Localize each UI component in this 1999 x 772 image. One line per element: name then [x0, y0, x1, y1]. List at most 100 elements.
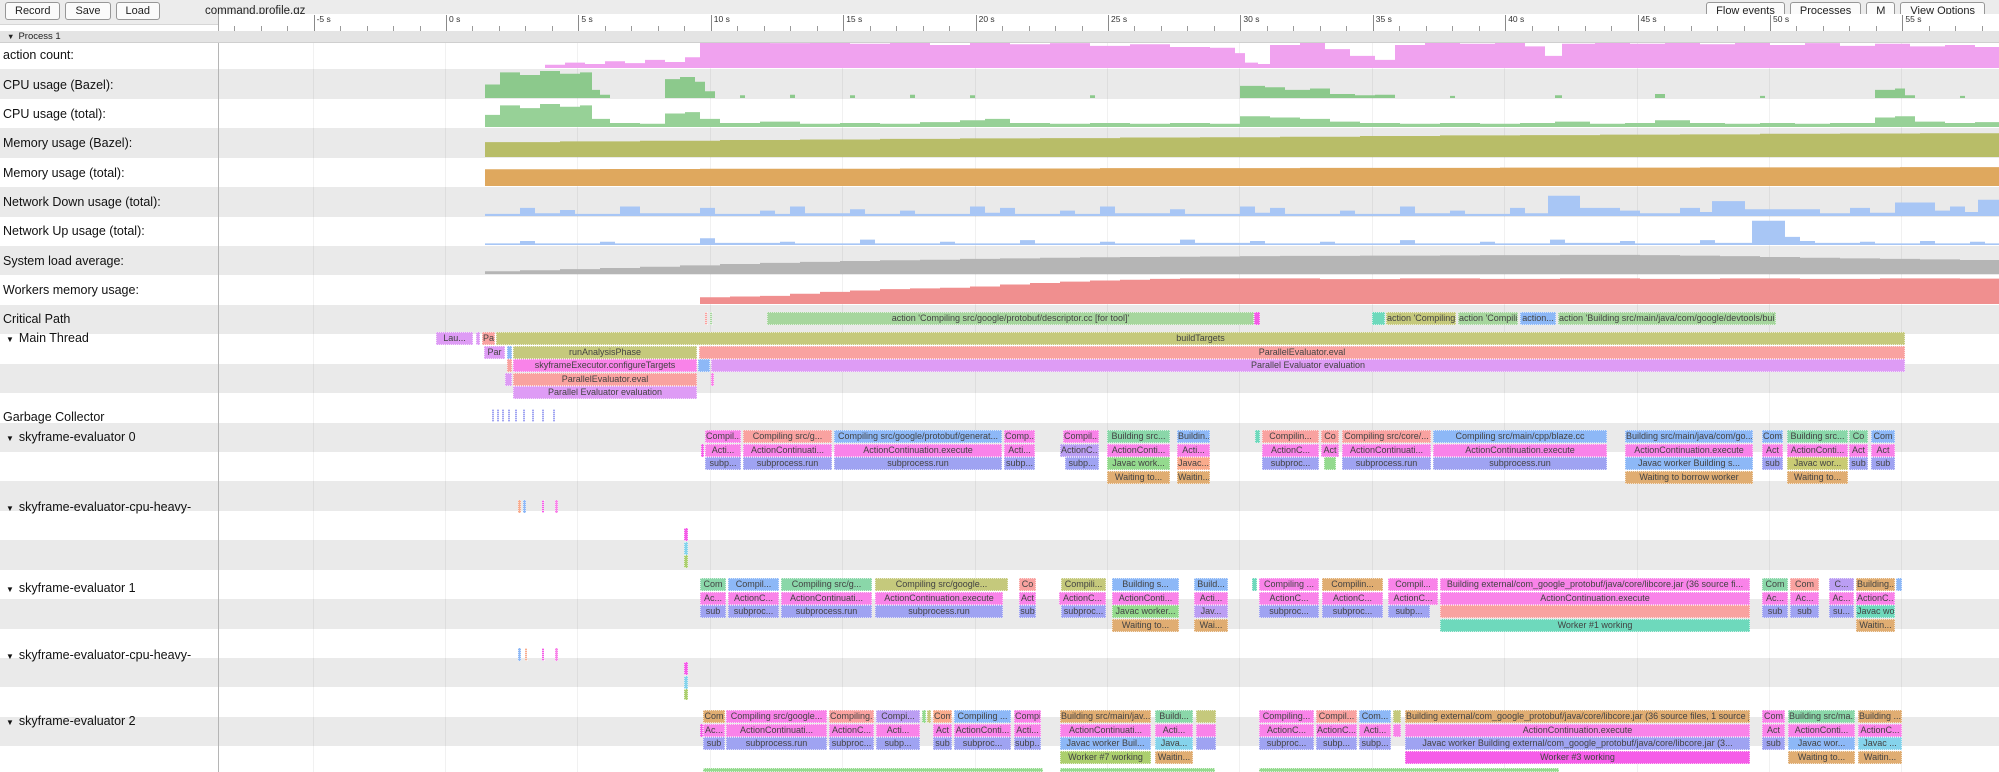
row-label-garbage-collector[interactable]: Garbage Collector: [0, 410, 219, 424]
timeline-span-evaluator2-b[interactable]: Act: [1762, 724, 1785, 737]
timeline-span-evaluator0-a[interactable]: Compiling src/main/cpp/blaze.cc: [1433, 430, 1607, 443]
timeline-span-garbage-collector[interactable]: [492, 409, 494, 422]
timeline-span-evaluator2-a[interactable]: Com: [933, 710, 952, 723]
timeline-span-garbage-collector[interactable]: [515, 409, 517, 422]
timeline-span-evaluator0-a[interactable]: Comp...: [1004, 430, 1035, 443]
collapse-arrow-icon[interactable]: ▼: [6, 335, 14, 344]
timeline-span-evaluator0-c[interactable]: subprocess.run: [743, 457, 832, 470]
timeline-span-evaluator0-c[interactable]: subprocess.run: [1433, 457, 1607, 470]
timeline-span-cpu-heavy1-sliver-a[interactable]: [684, 528, 688, 541]
timeline-span-evaluator1-d[interactable]: Waiting to...: [1112, 619, 1179, 632]
timeline-span-evaluator2-a[interactable]: Building ...: [1858, 710, 1902, 723]
timeline-span-next-row-peek[interactable]: [1060, 768, 1215, 772]
row-label-memory-usage-bazel[interactable]: Memory usage (Bazel):: [0, 136, 219, 150]
timeline-span-critical-path[interactable]: [705, 312, 707, 325]
timeline-span-evaluator0-b[interactable]: Act: [1321, 444, 1339, 457]
collapse-arrow-icon[interactable]: ▼: [6, 718, 14, 727]
timeline-span-main-thread-2[interactable]: [507, 346, 512, 359]
timeline-span-evaluator1-b[interactable]: Ac...: [1829, 592, 1854, 605]
timeline-span-evaluator1-b[interactable]: Acti...: [1194, 592, 1228, 605]
timeline-span-critical-path[interactable]: [1254, 312, 1260, 325]
timeline-span-evaluator2-c[interactable]: subp...: [1014, 737, 1041, 750]
timeline-span-main-thread-3[interactable]: Parallel Evaluator evaluation: [711, 359, 1905, 372]
timeline-span-evaluator1-c[interactable]: sub: [1790, 605, 1819, 618]
timeline-span-evaluator0-c[interactable]: subprocess.run: [1342, 457, 1431, 470]
row-label-skyframe-evaluator-0[interactable]: ▼skyframe-evaluator 0: [0, 430, 219, 444]
timeline-span-cpu-heavy2-ticks[interactable]: [518, 648, 521, 661]
timeline-span-evaluator2-b[interactable]: Acti...: [1155, 724, 1193, 737]
timeline-span-evaluator0-a[interactable]: Com: [1762, 430, 1783, 443]
timeline-span-evaluator1-a[interactable]: Build...: [1194, 578, 1228, 591]
timeline-span-evaluator2-a[interactable]: Compi...: [876, 710, 920, 723]
timeline-span-garbage-collector[interactable]: [523, 409, 525, 422]
timeline-span-evaluator1-c[interactable]: subp...: [1388, 605, 1430, 618]
timeline-span-evaluator1-c[interactable]: [1440, 605, 1750, 618]
timeline-span-evaluator1-a[interactable]: Compilin...: [1322, 578, 1383, 591]
timeline-span-evaluator1-a[interactable]: Com: [1790, 578, 1819, 591]
timeline-span-evaluator2-b[interactable]: Acti...: [876, 724, 920, 737]
timeline-span-evaluator2-a[interactable]: [922, 710, 926, 723]
timeline-span-main-thread-1[interactable]: [476, 332, 480, 345]
timeline-span-main-thread-2[interactable]: ParallelEvaluator.eval: [699, 346, 1905, 359]
timeline-span-evaluator2-a[interactable]: Compiling src/google...: [726, 710, 827, 723]
timeline-span-evaluator2-b[interactable]: ActionContinuation.execute: [1405, 724, 1750, 737]
timeline-span-evaluator0-d[interactable]: Waitin...: [1177, 471, 1210, 484]
timeline-span-next-row-peek[interactable]: [703, 768, 1043, 772]
timeline-span-garbage-collector[interactable]: [508, 409, 510, 422]
timeline-span-evaluator0-c[interactable]: subp...: [1004, 457, 1035, 470]
timeline-span-evaluator2-b[interactable]: Ac...: [703, 724, 725, 737]
timeline-span-evaluator0-b[interactable]: ActionContinuati...: [743, 444, 832, 457]
timeline-span-evaluator0-d[interactable]: Waiting to...: [1787, 471, 1848, 484]
timeline-span-evaluator1-b[interactable]: ActionC...: [1856, 592, 1895, 605]
timeline-span-evaluator2-d[interactable]: Waitin...: [1155, 751, 1193, 764]
timeline-span-evaluator1-b[interactable]: ActionC...: [1322, 592, 1383, 605]
timeline-span-evaluator1-c[interactable]: Javac wo...: [1856, 605, 1895, 618]
timeline-span-evaluator2-c[interactable]: [1196, 737, 1216, 750]
timeline-span-evaluator0-b[interactable]: Acti...: [705, 444, 741, 457]
row-label-system-load-average[interactable]: System load average:: [0, 254, 219, 268]
timeline-span-cpu-heavy1-sliver-b[interactable]: [684, 542, 688, 555]
timeline-span-garbage-collector[interactable]: [497, 409, 499, 422]
row-label-cpu-usage-bazel[interactable]: CPU usage (Bazel):: [0, 78, 219, 92]
timeline-span-evaluator2-b[interactable]: ActionContinuati...: [1060, 724, 1151, 737]
timeline-span-evaluator0-b[interactable]: ActionC...: [1060, 444, 1099, 457]
timeline-span-evaluator2-b[interactable]: ActionC...: [829, 724, 874, 737]
timeline-span-evaluator0-a[interactable]: Compil...: [1063, 430, 1099, 443]
timeline-span-evaluator2-a[interactable]: Com: [1762, 710, 1785, 723]
timeline-span-evaluator1-a[interactable]: Com: [1762, 578, 1788, 591]
timeline-span-evaluator0-c[interactable]: Javac...: [1177, 457, 1210, 470]
timeline-span-evaluator0-a[interactable]: Co: [1849, 430, 1868, 443]
timeline-span-evaluator1-b[interactable]: ActionConti...: [1112, 592, 1179, 605]
timeline-span-evaluator1-b[interactable]: ActionC...: [1059, 592, 1106, 605]
timeline-span-evaluator1-c[interactable]: Jav...: [1194, 605, 1228, 618]
timeline-span-evaluator1-d[interactable]: Worker #1 working: [1440, 619, 1750, 632]
timeline-span-evaluator2-b[interactable]: Acti...: [1359, 724, 1391, 737]
timeline-span-cpu-heavy1-ticks[interactable]: [542, 500, 544, 513]
timeline-span-evaluator2-a[interactable]: Compil...: [1316, 710, 1357, 723]
timeline-span-evaluator0-b[interactable]: ActionConti...: [1107, 444, 1170, 457]
timeline-ruler[interactable]: -5 s0 s5 s10 s15 s20 s25 s30 s35 s40 s45…: [218, 14, 1999, 31]
timeline-span-evaluator2-b[interactable]: ActionConti...: [954, 724, 1011, 737]
timeline-span-evaluator2-b[interactable]: Acti...: [1014, 724, 1041, 737]
collapse-arrow-icon[interactable]: ▼: [6, 504, 14, 513]
timeline-span-evaluator1-c[interactable]: subprocess.run: [875, 605, 1003, 618]
timeline-span-evaluator1-c[interactable]: subproc...: [1259, 605, 1319, 618]
timeline-span-cpu-heavy2-ticks[interactable]: [542, 648, 544, 661]
timeline-span-evaluator0-a[interactable]: Building src...: [1107, 430, 1170, 443]
timeline-span-evaluator0-c[interactable]: Javac worker Building s...: [1625, 457, 1753, 470]
timeline-span-critical-path[interactable]: [1372, 312, 1385, 325]
timeline-span-evaluator2-a[interactable]: Compiling...: [1259, 710, 1314, 723]
timeline-span-evaluator2-d[interactable]: Worker #3 working: [1405, 751, 1750, 764]
row-label-cpu-usage-total[interactable]: CPU usage (total):: [0, 107, 219, 121]
timeline-span-evaluator1-d[interactable]: Waitin...: [1856, 619, 1895, 632]
timeline-span-cpu-heavy1-ticks[interactable]: [518, 500, 521, 513]
timeline-span-evaluator2-c[interactable]: Javac worker Building external/com_googl…: [1405, 737, 1750, 750]
timeline-span-evaluator1-c[interactable]: su...: [1829, 605, 1854, 618]
timeline-span-main-thread-2[interactable]: Par: [484, 346, 505, 359]
timeline-span-cpu-heavy2-ticks[interactable]: [555, 648, 558, 661]
timeline-span-garbage-collector[interactable]: [542, 409, 544, 422]
collapse-arrow-icon[interactable]: ▼: [6, 434, 14, 443]
timeline-span-evaluator1-a[interactable]: Building s...: [1112, 578, 1179, 591]
timeline-span-main-thread-1[interactable]: Par: [482, 332, 495, 345]
timeline-span-main-thread-1[interactable]: buildTargets: [496, 332, 1905, 345]
